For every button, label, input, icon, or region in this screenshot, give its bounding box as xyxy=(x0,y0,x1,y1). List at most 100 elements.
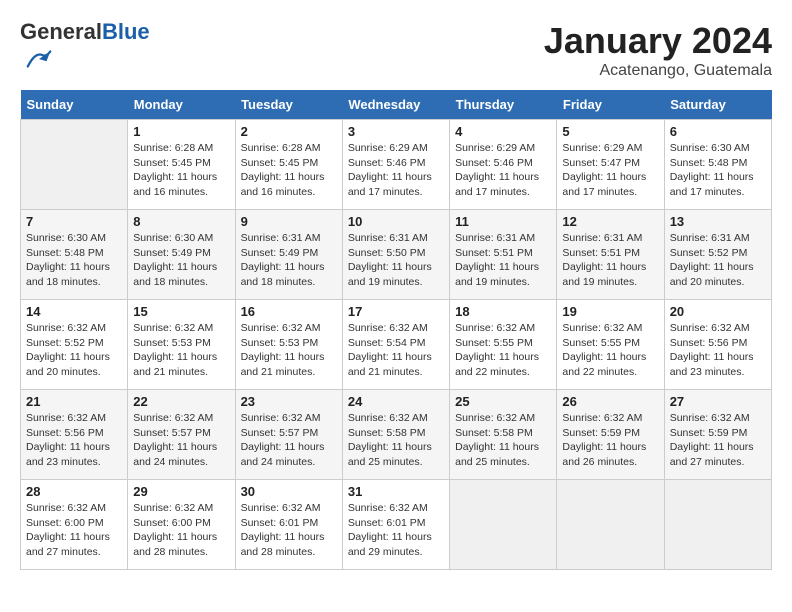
day-number: 26 xyxy=(562,394,658,409)
calendar-cell: 25 Sunrise: 6:32 AMSunset: 5:58 PMDayligh… xyxy=(450,390,557,480)
cell-info: Sunrise: 6:29 AMSunset: 5:47 PMDaylight:… xyxy=(562,141,658,200)
calendar-cell: 8 Sunrise: 6:30 AMSunset: 5:49 PMDaylight… xyxy=(128,210,235,300)
week-row-3: 14Sunrise: 6:32 AMSunset: 5:52 PMDayligh… xyxy=(21,300,772,390)
column-header-wednesday: Wednesday xyxy=(342,90,449,120)
calendar-cell: 18Sunrise: 6:32 AMSunset: 5:55 PMDayligh… xyxy=(450,300,557,390)
day-number: 7 xyxy=(26,214,122,229)
cell-info: Sunrise: 6:32 AMSunset: 5:55 PMDaylight:… xyxy=(455,321,551,380)
day-number: 24 xyxy=(348,394,444,409)
calendar-cell xyxy=(664,480,771,570)
cell-info: Sunrise: 6:29 AMSunset: 5:46 PMDaylight:… xyxy=(348,141,444,200)
day-number: 16 xyxy=(241,304,337,319)
cell-info: Sunrise: 6:31 AMSunset: 5:51 PMDaylight:… xyxy=(455,231,551,290)
calendar-cell: 22 Sunrise: 6:32 AMSunset: 5:57 PMDayligh… xyxy=(128,390,235,480)
month-title: January 2024 xyxy=(544,20,772,62)
calendar-cell: 11 Sunrise: 6:31 AMSunset: 5:51 PMDayligh… xyxy=(450,210,557,300)
logo: GeneralBlue xyxy=(20,20,150,79)
calendar-cell: 27 Sunrise: 6:32 AMSunset: 5:59 PMDayligh… xyxy=(664,390,771,480)
cell-info: Sunrise: 6:28 AMSunset: 5:45 PMDaylight:… xyxy=(241,141,337,200)
calendar-cell: 10 Sunrise: 6:31 AMSunset: 5:50 PMDayligh… xyxy=(342,210,449,300)
calendar-table: SundayMondayTuesdayWednesdayThursdayFrid… xyxy=(20,90,772,570)
calendar-cell xyxy=(21,120,128,210)
cell-info: Sunrise: 6:32 AMSunset: 6:01 PMDaylight:… xyxy=(348,501,444,560)
calendar-header-row: SundayMondayTuesdayWednesdayThursdayFrid… xyxy=(21,90,772,120)
column-header-sunday: Sunday xyxy=(21,90,128,120)
day-number: 17 xyxy=(348,304,444,319)
cell-info: Sunrise: 6:30 AMSunset: 5:49 PMDaylight:… xyxy=(133,231,229,290)
day-number: 25 xyxy=(455,394,551,409)
calendar-cell xyxy=(450,480,557,570)
calendar-cell: 20Sunrise: 6:32 AMSunset: 5:56 PMDayligh… xyxy=(664,300,771,390)
calendar-cell: 21 Sunrise: 6:32 AMSunset: 5:56 PMDayligh… xyxy=(21,390,128,480)
cell-info: Sunrise: 6:32 AMSunset: 5:56 PMDaylight:… xyxy=(26,411,122,470)
day-number: 20 xyxy=(670,304,766,319)
column-header-friday: Friday xyxy=(557,90,664,120)
column-header-saturday: Saturday xyxy=(664,90,771,120)
day-number: 8 xyxy=(133,214,229,229)
page-header: GeneralBlue January 2024 Acatenango, Gua… xyxy=(20,20,772,80)
cell-info: Sunrise: 6:31 AMSunset: 5:52 PMDaylight:… xyxy=(670,231,766,290)
day-number: 28 xyxy=(26,484,122,499)
cell-info: Sunrise: 6:30 AMSunset: 5:48 PMDaylight:… xyxy=(26,231,122,290)
cell-info: Sunrise: 6:32 AMSunset: 6:00 PMDaylight:… xyxy=(133,501,229,560)
calendar-cell: 1Sunrise: 6:28 AMSunset: 5:45 PMDaylight… xyxy=(128,120,235,210)
cell-info: Sunrise: 6:30 AMSunset: 5:48 PMDaylight:… xyxy=(670,141,766,200)
cell-info: Sunrise: 6:32 AMSunset: 5:57 PMDaylight:… xyxy=(241,411,337,470)
cell-info: Sunrise: 6:32 AMSunset: 5:55 PMDaylight:… xyxy=(562,321,658,380)
logo-icon xyxy=(24,44,54,74)
calendar-cell: 28 Sunrise: 6:32 AMSunset: 6:00 PMDayligh… xyxy=(21,480,128,570)
cell-info: Sunrise: 6:32 AMSunset: 5:58 PMDaylight:… xyxy=(455,411,551,470)
calendar-cell: 17Sunrise: 6:32 AMSunset: 5:54 PMDayligh… xyxy=(342,300,449,390)
cell-info: Sunrise: 6:32 AMSunset: 6:00 PMDaylight:… xyxy=(26,501,122,560)
day-number: 31 xyxy=(348,484,444,499)
title-block: January 2024 Acatenango, Guatemala xyxy=(544,20,772,80)
calendar-cell: 7 Sunrise: 6:30 AMSunset: 5:48 PMDaylight… xyxy=(21,210,128,300)
calendar-cell: 26Sunrise: 6:32 AMSunset: 5:59 PMDayligh… xyxy=(557,390,664,480)
calendar-cell: 19Sunrise: 6:32 AMSunset: 5:55 PMDayligh… xyxy=(557,300,664,390)
day-number: 5 xyxy=(562,124,658,139)
calendar-cell: 4 Sunrise: 6:29 AMSunset: 5:46 PMDaylight… xyxy=(450,120,557,210)
day-number: 30 xyxy=(241,484,337,499)
calendar-cell: 24 Sunrise: 6:32 AMSunset: 5:58 PMDayligh… xyxy=(342,390,449,480)
calendar-cell: 13 Sunrise: 6:31 AMSunset: 5:52 PMDayligh… xyxy=(664,210,771,300)
day-number: 6 xyxy=(670,124,766,139)
week-row-2: 7 Sunrise: 6:30 AMSunset: 5:48 PMDaylight… xyxy=(21,210,772,300)
cell-info: Sunrise: 6:32 AMSunset: 5:53 PMDaylight:… xyxy=(133,321,229,380)
calendar-cell: 12Sunrise: 6:31 AMSunset: 5:51 PMDayligh… xyxy=(557,210,664,300)
calendar-cell: 3Sunrise: 6:29 AMSunset: 5:46 PMDaylight… xyxy=(342,120,449,210)
cell-info: Sunrise: 6:28 AMSunset: 5:45 PMDaylight:… xyxy=(133,141,229,200)
day-number: 22 xyxy=(133,394,229,409)
week-row-4: 21 Sunrise: 6:32 AMSunset: 5:56 PMDayligh… xyxy=(21,390,772,480)
cell-info: Sunrise: 6:32 AMSunset: 5:57 PMDaylight:… xyxy=(133,411,229,470)
calendar-cell: 29 Sunrise: 6:32 AMSunset: 6:00 PMDayligh… xyxy=(128,480,235,570)
logo-blue: Blue xyxy=(102,19,150,44)
calendar-cell: 14Sunrise: 6:32 AMSunset: 5:52 PMDayligh… xyxy=(21,300,128,390)
day-number: 10 xyxy=(348,214,444,229)
day-number: 27 xyxy=(670,394,766,409)
calendar-cell xyxy=(557,480,664,570)
day-number: 21 xyxy=(26,394,122,409)
day-number: 4 xyxy=(455,124,551,139)
cell-info: Sunrise: 6:31 AMSunset: 5:51 PMDaylight:… xyxy=(562,231,658,290)
cell-info: Sunrise: 6:32 AMSunset: 5:52 PMDaylight:… xyxy=(26,321,122,380)
cell-info: Sunrise: 6:32 AMSunset: 5:59 PMDaylight:… xyxy=(670,411,766,470)
calendar-cell: 6 Sunrise: 6:30 AMSunset: 5:48 PMDaylight… xyxy=(664,120,771,210)
calendar-cell: 2Sunrise: 6:28 AMSunset: 5:45 PMDaylight… xyxy=(235,120,342,210)
logo-general: General xyxy=(20,19,102,44)
cell-info: Sunrise: 6:29 AMSunset: 5:46 PMDaylight:… xyxy=(455,141,551,200)
week-row-1: 1Sunrise: 6:28 AMSunset: 5:45 PMDaylight… xyxy=(21,120,772,210)
day-number: 15 xyxy=(133,304,229,319)
day-number: 11 xyxy=(455,214,551,229)
week-row-5: 28 Sunrise: 6:32 AMSunset: 6:00 PMDayligh… xyxy=(21,480,772,570)
day-number: 23 xyxy=(241,394,337,409)
day-number: 13 xyxy=(670,214,766,229)
cell-info: Sunrise: 6:32 AMSunset: 5:58 PMDaylight:… xyxy=(348,411,444,470)
cell-info: Sunrise: 6:31 AMSunset: 5:49 PMDaylight:… xyxy=(241,231,337,290)
calendar-cell: 15 Sunrise: 6:32 AMSunset: 5:53 PMDayligh… xyxy=(128,300,235,390)
cell-info: Sunrise: 6:31 AMSunset: 5:50 PMDaylight:… xyxy=(348,231,444,290)
calendar-cell: 31 Sunrise: 6:32 AMSunset: 6:01 PMDayligh… xyxy=(342,480,449,570)
day-number: 29 xyxy=(133,484,229,499)
calendar-cell: 30 Sunrise: 6:32 AMSunset: 6:01 PMDayligh… xyxy=(235,480,342,570)
calendar-cell: 9Sunrise: 6:31 AMSunset: 5:49 PMDaylight… xyxy=(235,210,342,300)
cell-info: Sunrise: 6:32 AMSunset: 6:01 PMDaylight:… xyxy=(241,501,337,560)
